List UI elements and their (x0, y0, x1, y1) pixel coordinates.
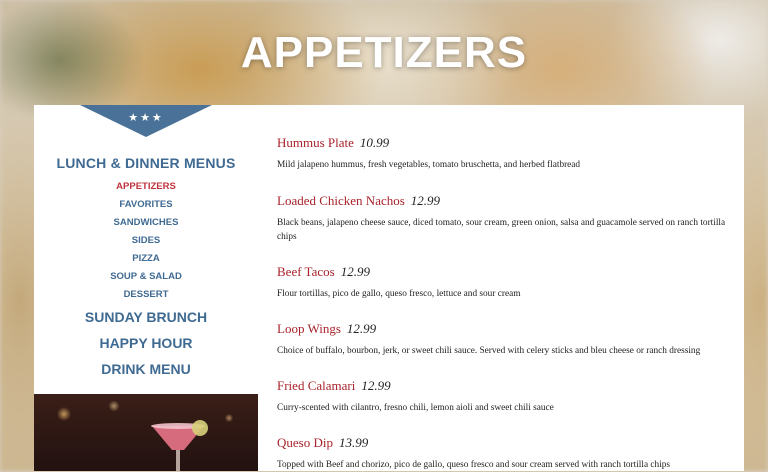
submenu-item-sandwiches[interactable]: SANDWICHES (34, 214, 258, 232)
submenu-item-favorites[interactable]: FAVORITES (34, 196, 258, 214)
item-description: Black beans, jalapeno cheese sauce, dice… (277, 218, 726, 242)
stars-icon: ★★★ (128, 112, 164, 124)
ribbon-banner: ★★★ (80, 105, 212, 137)
item-price: 10.99 (359, 135, 390, 150)
page-title: APPETIZERS (240, 28, 528, 77)
item-name[interactable]: Loaded Chicken Nachos (277, 193, 405, 208)
item-description: Topped with Beef and chorizo, pico de ga… (277, 460, 671, 470)
happy-hour-link[interactable]: HAPPY HOUR (34, 335, 258, 351)
item-description: Flour tortillas, pico de gallo, queso fr… (277, 289, 521, 299)
item-name[interactable]: Hummus Plate (277, 135, 354, 150)
lunch-dinner-menus-link[interactable]: LUNCH & DINNER MENUS (34, 155, 258, 171)
menu-item: Queso Dip 13.99 Topped with Beef and chor… (277, 434, 737, 472)
menu-panel: ★★★ LUNCH & DINNER MENUS APPETIZERS FAVO… (34, 105, 744, 471)
menu-item: Fried Calamari 12.99 Curry-scented with c… (277, 377, 737, 415)
menu-item: Loop Wings 12.99 Choice of buffalo, bourb… (277, 320, 737, 358)
menu-sidebar: ★★★ LUNCH & DINNER MENUS APPETIZERS FAVO… (34, 105, 258, 471)
submenu-item-sides[interactable]: SIDES (34, 232, 258, 250)
item-price: 12.99 (410, 193, 441, 208)
drink-menu-link[interactable]: DRINK MENU (34, 361, 258, 377)
item-description: Mild jalapeno hummus, fresh vegetables, … (277, 160, 581, 170)
item-price: 12.99 (361, 378, 391, 393)
menu-item: Loaded Chicken Nachos 12.99 Black beans, … (277, 192, 737, 244)
cocktail-photo (34, 394, 258, 471)
item-description: Curry-scented with cilantro, fresno chil… (277, 403, 554, 413)
item-description: Choice of buffalo, bourbon, jerk, or swe… (277, 346, 701, 356)
submenu-item-dessert[interactable]: DESSERT (34, 286, 258, 304)
menu-item: Beef Tacos 12.99 Flour tortillas, pico de… (277, 263, 737, 301)
item-name[interactable]: Fried Calamari (277, 378, 355, 393)
item-name[interactable]: Loop Wings (277, 321, 341, 336)
submenu-item-soup-salad[interactable]: SOUP & SALAD (34, 268, 258, 286)
submenu-item-pizza[interactable]: PIZZA (34, 250, 258, 268)
item-price: 13.99 (338, 435, 369, 450)
menu-item: Hummus Plate 10.99 Mild jalapeno hummus, … (277, 134, 737, 172)
submenu-item-appetizers[interactable]: APPETIZERS (34, 178, 258, 196)
item-price: 12.99 (346, 321, 377, 336)
item-name[interactable]: Beef Tacos (277, 264, 335, 279)
item-name[interactable]: Queso Dip (277, 435, 333, 450)
sunday-brunch-link[interactable]: SUNDAY BRUNCH (34, 309, 258, 325)
item-price: 12.99 (340, 264, 370, 279)
submenu-list: APPETIZERS FAVORITES SANDWICHES SIDES PI… (34, 178, 258, 304)
